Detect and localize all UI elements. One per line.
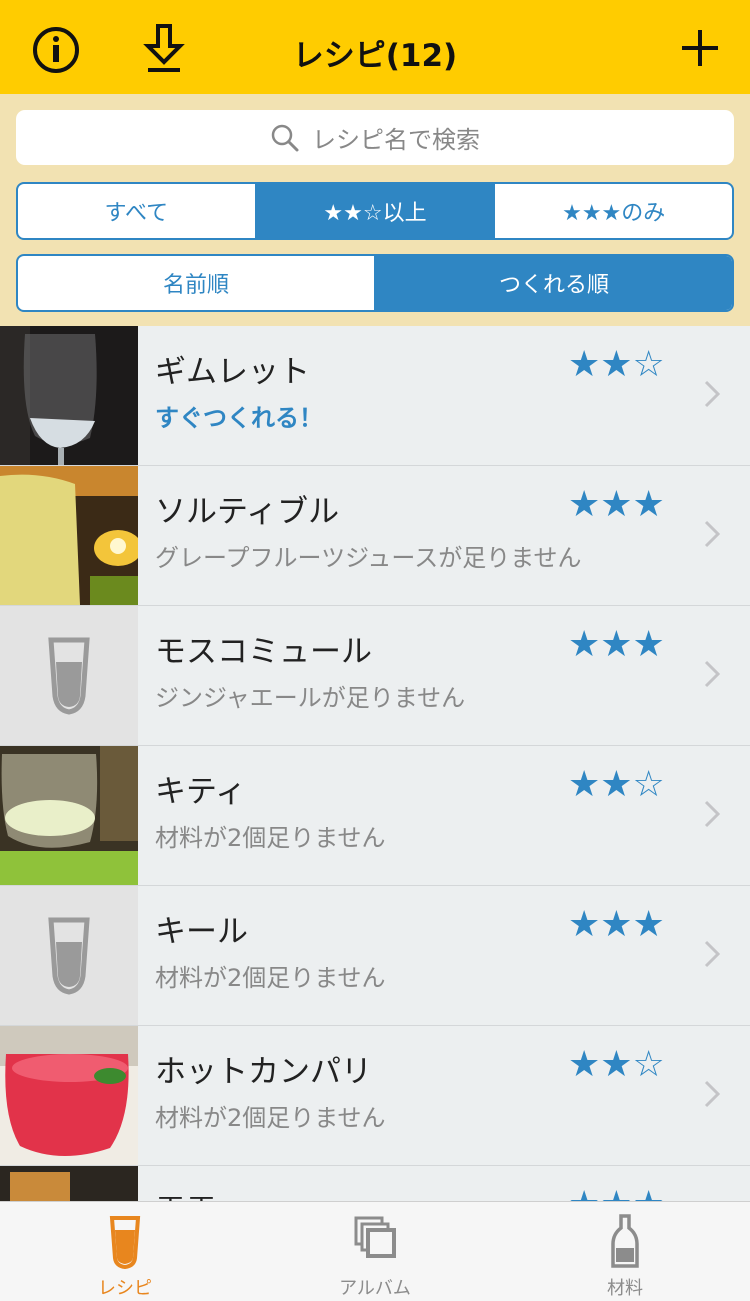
navigation-bar: レシピ(12) [0,0,750,94]
tab-recipes[interactable]: レシピ [0,1202,250,1301]
tab-ingredients[interactable]: 材料 [500,1202,750,1301]
rating-filter-two-stars[interactable]: ★★☆以上 [256,184,496,238]
recipe-rating: ★★★ [568,1184,665,1201]
recipe-name: 雪雪 [155,1186,217,1201]
page-title: レシピ(12) [292,38,458,74]
recipe-name: モスコミュール [155,634,372,670]
search-input[interactable]: レシピ名で検索 [16,110,734,165]
recipe-rating: ★★☆ [568,344,665,385]
recipe-row[interactable]: キティ 材料が2個足りません ★★☆ [0,746,750,886]
recipe-photo [0,1026,138,1165]
recipe-placeholder-thumbnail [0,606,138,745]
tab-label: 材料 [607,1278,643,1299]
recipe-name: ソルティブル [155,494,340,530]
recipe-status: グレープフルーツジュースが足りません [155,544,582,572]
recipe-status: すぐつくれる！ [155,404,323,432]
recipe-name: ギムレット [155,354,310,390]
rating-filter-segmented-control: すべて ★★☆以上 ★★★のみ [16,182,734,240]
recipe-status: ジンジャエールが足りません [155,684,466,712]
sort-segmented-control: 名前順 つくれる順 [16,254,734,312]
plus-icon[interactable] [680,28,720,68]
chevron-right-icon [704,660,720,688]
sort-by-makeable[interactable]: つくれる順 [376,256,732,310]
recipe-status: 材料が2個足りません [155,964,386,992]
sort-by-name[interactable]: 名前順 [18,256,376,310]
recipe-list: ギムレット すぐつくれる！ ★★☆ ソルティブル グレープフルーツジュースが足り… [0,326,750,1201]
glass-icon [109,1216,141,1270]
chevron-right-icon [704,940,720,968]
chevron-right-icon [704,520,720,548]
album-icon [354,1216,396,1258]
recipe-rating: ★★★ [568,904,665,945]
search-placeholder: レシピ名で検索 [312,126,480,154]
recipe-name: キティ [155,774,247,810]
rating-filter-all[interactable]: すべて [18,184,257,238]
recipe-rating: ★★★ [568,624,665,665]
recipe-row[interactable]: ソルティブル グレープフルーツジュースが足りません ★★★ [0,466,750,606]
recipe-photo [0,746,138,885]
recipe-photo [0,326,138,465]
recipe-status: 材料が2個足りません [155,824,386,852]
recipe-row[interactable]: ギムレット すぐつくれる！ ★★☆ [0,326,750,466]
recipe-rating: ★★★ [568,484,665,525]
chevron-right-icon [704,1080,720,1108]
chevron-right-icon [704,380,720,408]
recipe-photo [0,1166,138,1201]
tab-label: アルバム [339,1278,411,1299]
tab-label: レシピ [98,1278,152,1299]
bottle-icon [611,1214,639,1268]
tab-album[interactable]: アルバム [250,1202,500,1301]
filter-panel: レシピ名で検索 すべて ★★☆以上 ★★★のみ 名前順 つくれる順 [0,94,750,326]
recipe-row[interactable]: キール 材料が2個足りません ★★★ [0,886,750,1026]
recipe-row[interactable]: モスコミュール ジンジャエールが足りません ★★★ [0,606,750,746]
recipe-name: ホットカンパリ [155,1054,372,1090]
recipe-name: キール [155,914,248,950]
recipe-rating: ★★☆ [568,764,665,805]
chevron-right-icon [704,800,720,828]
recipe-photo [0,466,138,605]
tab-bar: レシピ アルバム 材料 [0,1201,750,1301]
search-icon [271,124,299,151]
recipe-row[interactable]: 雪雪 ★★★ [0,1166,750,1201]
glass-placeholder-icon [48,637,90,715]
recipe-rating: ★★☆ [568,1044,665,1085]
rating-filter-three-stars[interactable]: ★★★のみ [495,184,732,238]
glass-placeholder-icon [48,917,90,995]
recipe-status: 材料が2個足りません [155,1104,386,1132]
recipe-placeholder-thumbnail [0,886,138,1025]
recipe-row[interactable]: ホットカンパリ 材料が2個足りません ★★☆ [0,1026,750,1166]
